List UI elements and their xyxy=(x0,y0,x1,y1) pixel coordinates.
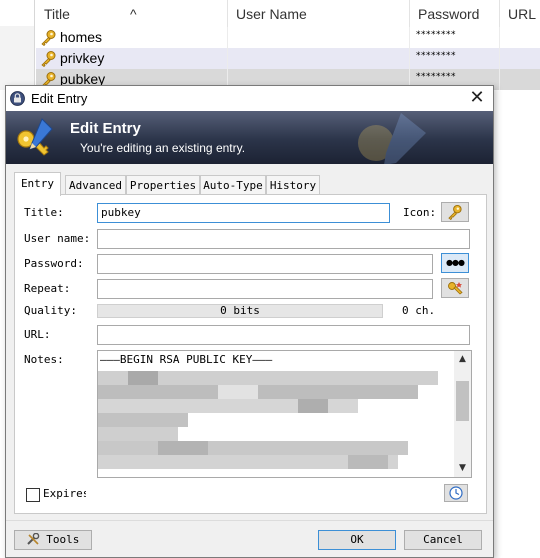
edit-entry-banner-icon xyxy=(17,118,53,156)
redacted-block xyxy=(348,455,388,469)
dialog-titlebar[interactable]: Edit Entry ✕ xyxy=(6,86,493,111)
redacted-block xyxy=(218,385,258,399)
redacted-block xyxy=(128,371,158,385)
key-icon xyxy=(41,51,56,67)
clock-icon xyxy=(449,486,463,500)
redacted-block xyxy=(98,413,188,427)
redacted-area xyxy=(86,482,416,508)
expires-checkbox[interactable] xyxy=(26,488,40,502)
notes-label: Notes: xyxy=(24,353,64,366)
cell-title: privkey xyxy=(36,48,228,69)
close-button[interactable]: ✕ xyxy=(465,87,489,109)
user-name-field[interactable] xyxy=(97,229,470,249)
tools-icon xyxy=(26,532,39,545)
group-tree-scroll-area xyxy=(0,26,34,90)
dialog-banner: Edit Entry You're editing an existing en… xyxy=(6,111,493,164)
icon-picker-button[interactable] xyxy=(441,202,469,222)
column-header-user-name-label: User Name xyxy=(236,6,307,22)
tools-button[interactable]: Tools xyxy=(14,530,92,550)
repeat-label: Repeat: xyxy=(24,282,71,295)
row-password: ******** xyxy=(416,51,456,61)
footer-separator xyxy=(6,520,493,521)
show-password-button[interactable]: ●●● xyxy=(441,253,469,273)
tab-entry[interactable]: Entry xyxy=(14,172,61,196)
password-generator-icon xyxy=(448,282,463,295)
notes-scrollbar[interactable]: ▲ ▼ xyxy=(454,351,471,477)
row-title: homes xyxy=(60,29,103,45)
entry-list-window: Title ^ User Name Password URL homes ***… xyxy=(0,0,540,90)
row-title: privkey xyxy=(60,50,105,66)
cell-user xyxy=(228,27,410,48)
dialog-title: Edit Entry xyxy=(31,91,88,106)
column-header-password[interactable]: Password xyxy=(410,0,500,28)
table-row[interactable]: homes ******** xyxy=(36,27,540,48)
redacted-block xyxy=(98,441,408,455)
tab-history[interactable]: History xyxy=(266,175,320,195)
title-field[interactable]: pubkey xyxy=(97,203,390,223)
password-quality-bar: 0 bits xyxy=(97,304,383,318)
column-header-url[interactable]: URL xyxy=(500,0,540,28)
redacted-block xyxy=(158,441,208,455)
password-field[interactable] xyxy=(97,254,433,274)
tools-button-label: Tools xyxy=(46,533,80,546)
table-row[interactable]: privkey ******** xyxy=(36,48,540,69)
quality-bits: 0 bits xyxy=(220,304,260,317)
cell-password: ******** xyxy=(410,48,500,69)
tab-auto-type[interactable]: Auto-Type xyxy=(200,175,266,195)
password-label: Password: xyxy=(24,257,84,270)
cell-user xyxy=(228,48,410,69)
url-field[interactable] xyxy=(97,325,470,345)
banner-title: Edit Entry xyxy=(70,120,141,137)
tab-properties[interactable]: Properties xyxy=(126,175,200,195)
column-header-url-label: URL xyxy=(508,6,537,22)
banner-subtitle: You're editing an existing entry. xyxy=(80,141,246,155)
column-header-password-label: Password xyxy=(418,6,480,22)
redacted-block xyxy=(298,399,328,413)
user-name-label: User name: xyxy=(24,232,91,245)
tab-advanced[interactable]: Advanced xyxy=(65,175,126,195)
key-icon xyxy=(41,30,56,46)
row-password: ******** xyxy=(416,72,456,82)
password-generator-button[interactable] xyxy=(441,278,469,298)
keepass-lock-icon xyxy=(10,91,25,106)
expires-label: Expires xyxy=(43,487,90,500)
column-header-user-name[interactable]: User Name xyxy=(228,0,410,28)
scroll-thumb[interactable] xyxy=(456,381,469,421)
icon-label: Icon: xyxy=(403,206,437,219)
group-tree-pane[interactable] xyxy=(0,0,35,90)
scroll-up-arrow-icon[interactable]: ▲ xyxy=(454,351,471,368)
column-header-title-label: Title xyxy=(44,6,70,22)
row-password: ******** xyxy=(416,30,456,40)
quality-label: Quality: xyxy=(24,304,77,317)
notes-first-line: ———BEGIN RSA PUBLIC KEY——— xyxy=(100,353,273,366)
quality-chars: 0 ch. xyxy=(402,304,436,317)
ok-button[interactable]: OK xyxy=(318,530,396,550)
cancel-button[interactable]: Cancel xyxy=(404,530,482,550)
redacted-block xyxy=(98,427,178,441)
scroll-down-arrow-icon[interactable]: ▼ xyxy=(454,460,471,477)
column-header-title[interactable]: Title ^ xyxy=(36,0,228,28)
notes-textarea[interactable]: ———BEGIN RSA PUBLIC KEY——— ▲ ▼ xyxy=(97,350,472,478)
url-label: URL: xyxy=(24,328,51,341)
cell-password: ******** xyxy=(410,27,500,48)
title-label: Title: xyxy=(24,206,64,219)
edit-entry-dialog: Edit Entry ✕ Edit Entry You're editing a… xyxy=(5,85,494,558)
redacted-block xyxy=(98,385,418,399)
key-icon xyxy=(448,204,462,221)
expiry-presets-button[interactable] xyxy=(444,484,468,502)
repeat-password-field[interactable] xyxy=(97,279,433,299)
banner-watermark-icon xyxy=(358,113,426,164)
sort-ascending-icon: ^ xyxy=(130,6,137,22)
cell-title: homes xyxy=(36,27,228,48)
